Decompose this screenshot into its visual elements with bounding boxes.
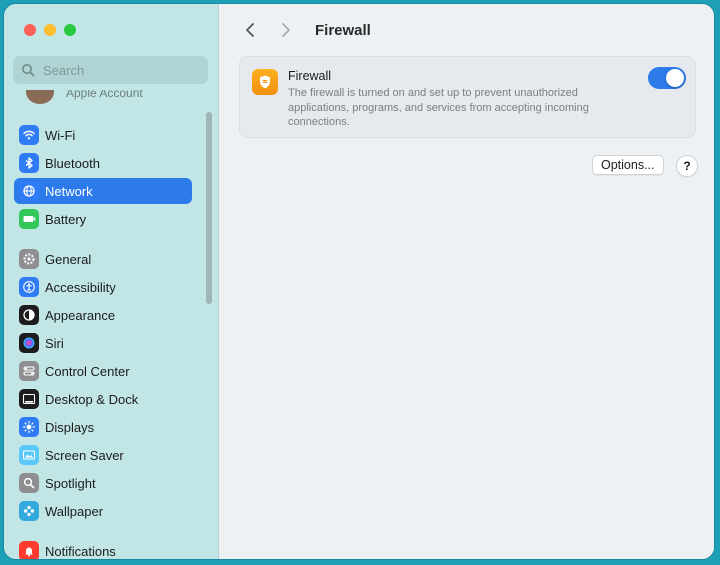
sidebar-item-notifications[interactable]: Notifications — [14, 538, 192, 559]
back-button[interactable] — [239, 19, 261, 41]
help-button[interactable]: ? — [676, 155, 698, 177]
accessibility-icon — [19, 277, 39, 297]
sidebar-item-label: Spotlight — [45, 475, 96, 491]
siri-icon — [19, 333, 39, 353]
avatar — [26, 90, 54, 104]
control-center-icon — [19, 361, 39, 381]
minimize-button[interactable] — [44, 24, 56, 36]
dock-icon — [19, 389, 39, 409]
sidebar-item-accessibility[interactable]: Accessibility — [14, 274, 192, 300]
sidebar-item-label: Desktop & Dock — [45, 391, 139, 407]
firewall-toggle[interactable] — [648, 67, 686, 89]
sidebar-item-bluetooth[interactable]: Bluetooth — [14, 150, 192, 176]
sidebar-item-appearance[interactable]: Appearance — [14, 302, 192, 328]
sidebar-item-wifi[interactable]: Wi-Fi — [14, 122, 192, 148]
firewall-title: Firewall — [288, 69, 332, 83]
sidebar-item-screen-saver[interactable]: Screen Saver — [14, 442, 192, 468]
sidebar-item-general[interactable]: General — [14, 246, 192, 272]
firewall-card: Firewall The firewall is turned on and s… — [239, 56, 696, 138]
search-icon — [22, 64, 35, 77]
battery-icon — [19, 209, 39, 229]
toolbar: Firewall — [239, 18, 371, 42]
firewall-shield-icon — [252, 69, 278, 95]
account-item[interactable]: Apple Account — [22, 90, 172, 104]
wallpaper-icon — [19, 501, 39, 521]
notifications-icon — [19, 541, 39, 559]
sidebar-item-label: Appearance — [45, 307, 116, 323]
sidebar-item-label: Displays — [45, 419, 95, 435]
displays-icon — [19, 417, 39, 437]
sidebar-item-label: Wallpaper — [45, 503, 104, 519]
sidebar-scrollbar[interactable] — [206, 112, 212, 304]
sidebar-item-label: Accessibility — [45, 279, 116, 295]
forward-button[interactable] — [275, 19, 297, 41]
account-label: Apple Account — [66, 90, 143, 100]
sidebar-item-label: Control Center — [45, 363, 130, 379]
page-title: Firewall — [315, 21, 371, 39]
sidebar-item-label: Bluetooth — [45, 155, 100, 171]
bluetooth-icon — [19, 153, 39, 173]
sidebar-item-label: Siri — [45, 335, 64, 351]
options-button[interactable]: Options... — [592, 155, 664, 175]
search-field[interactable] — [13, 56, 208, 84]
spotlight-icon — [19, 473, 39, 493]
search-input[interactable] — [41, 61, 195, 79]
zoom-button[interactable] — [64, 24, 76, 36]
sidebar-item-siri[interactable]: Siri — [14, 330, 192, 356]
main-content: Firewall Firewall The firewall is turned… — [219, 4, 714, 559]
chevron-right-icon — [282, 23, 290, 37]
sidebar-item-displays[interactable]: Displays — [14, 414, 192, 440]
firewall-description: The firewall is turned on and set up to … — [288, 87, 589, 128]
sidebar-item-wallpaper[interactable]: Wallpaper — [14, 498, 192, 524]
sidebar-item-label: Notifications — [45, 543, 116, 559]
sidebar: Apple Account Wi-Fi Bluetooth Network — [4, 4, 219, 559]
close-button[interactable] — [24, 24, 36, 36]
window-controls — [24, 24, 76, 36]
screen-saver-icon — [19, 445, 39, 465]
sidebar-item-label: General — [45, 251, 92, 267]
appearance-icon — [19, 305, 39, 325]
chevron-left-icon — [246, 23, 254, 37]
sidebar-item-control-center[interactable]: Control Center — [14, 358, 192, 384]
globe-icon — [19, 181, 39, 201]
sidebar-item-battery[interactable]: Battery — [14, 206, 192, 232]
toggle-knob — [666, 69, 684, 87]
sidebar-item-desktop-dock[interactable]: Desktop & Dock — [14, 386, 192, 412]
sidebar-item-label: Battery — [45, 211, 87, 227]
settings-window: Apple Account Wi-Fi Bluetooth Network — [4, 4, 714, 559]
gear-icon — [19, 249, 39, 269]
sidebar-item-spotlight[interactable]: Spotlight — [14, 470, 192, 496]
sidebar-item-label: Network — [45, 183, 93, 199]
sidebar-item-label: Wi-Fi — [45, 127, 76, 143]
sidebar-item-network[interactable]: Network — [14, 178, 192, 204]
wifi-icon — [19, 125, 39, 145]
sidebar-item-label: Screen Saver — [45, 447, 124, 463]
